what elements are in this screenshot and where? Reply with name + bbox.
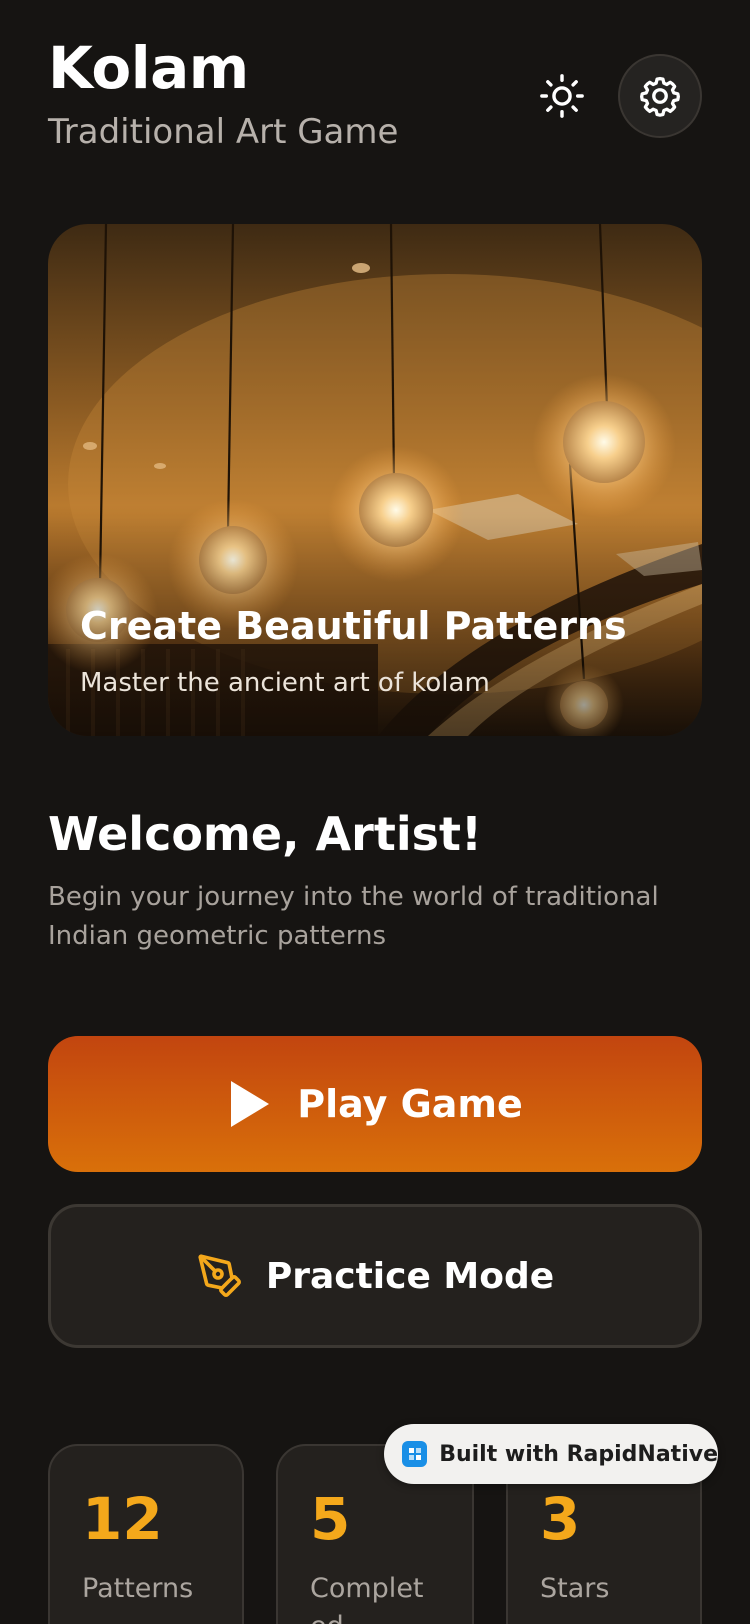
stat-label: Stars (540, 1573, 610, 1604)
practice-mode-button[interactable]: Practice Mode (48, 1204, 702, 1348)
gear-icon (640, 76, 680, 117)
sun-icon (540, 74, 584, 118)
built-with-label: Built with RapidNative (439, 1441, 718, 1467)
stat-value: 5 (310, 1485, 351, 1553)
rapidnative-logo-icon (402, 1441, 428, 1467)
stat-label: Completed (310, 1573, 424, 1624)
stat-value: 12 (82, 1485, 163, 1553)
welcome-title: Welcome, Artist! (48, 807, 482, 861)
welcome-text: Begin your journey into the world of tra… (48, 882, 659, 951)
stat-label: Patterns (82, 1573, 194, 1604)
hero-subtitle: Master the ancient art of kolam (80, 668, 490, 698)
app-title: Kolam (48, 34, 249, 102)
play-game-button[interactable]: Play Game (48, 1036, 702, 1172)
play-icon (231, 1081, 270, 1127)
hero-card[interactable]: Create Beautiful Patterns Master the anc… (48, 224, 702, 736)
hero-title: Create Beautiful Patterns (80, 604, 627, 648)
stat-card-patterns: 12 Patterns (48, 1444, 244, 1624)
practice-mode-label: Practice Mode (265, 1255, 555, 1297)
play-game-label: Play Game (297, 1082, 523, 1126)
stat-value: 3 (540, 1485, 581, 1553)
settings-button[interactable] (618, 54, 702, 138)
app-subtitle: Traditional Art Game (48, 112, 399, 152)
built-with-badge[interactable]: Built with RapidNative (384, 1424, 718, 1484)
theme-toggle-button[interactable] (530, 64, 594, 128)
pen-tool-icon (198, 1254, 241, 1297)
